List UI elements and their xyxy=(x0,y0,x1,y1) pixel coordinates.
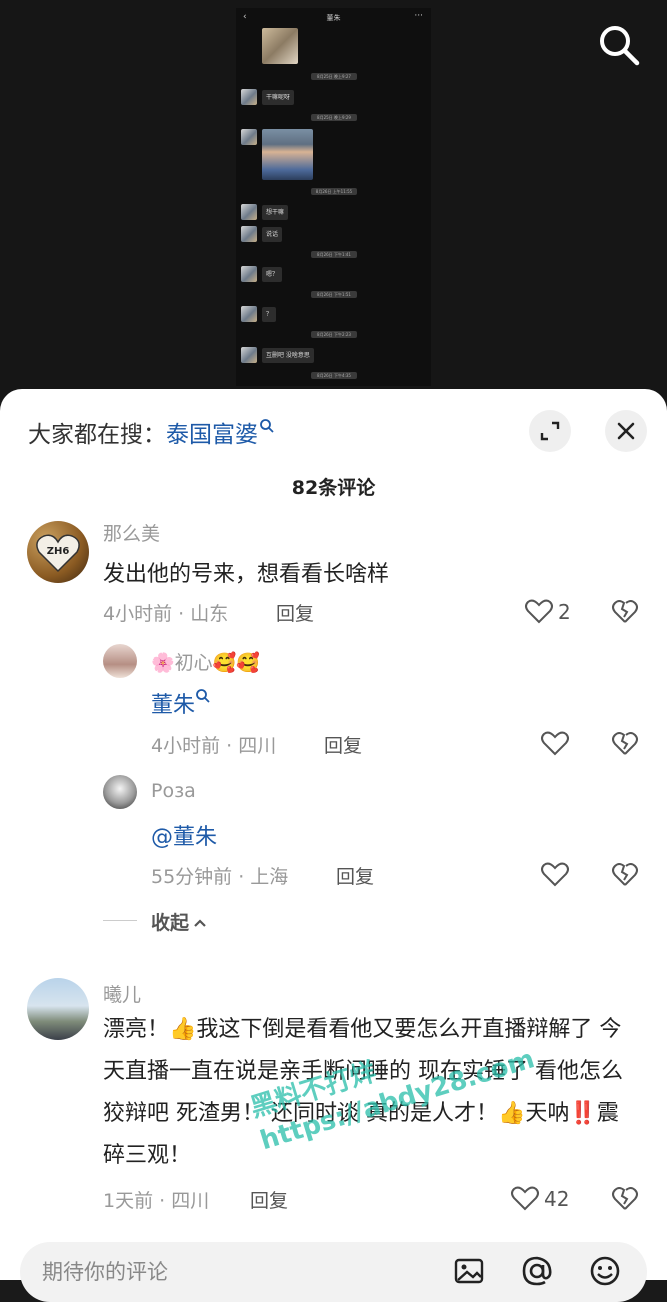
comment-input-placeholder: 期待你的评论 xyxy=(42,1260,168,1284)
like-count: 42 xyxy=(544,1187,570,1211)
comment-count: 82条评论 xyxy=(291,477,376,499)
reply-author[interactable]: 🌸初心🥰🥰 xyxy=(151,648,260,675)
mention-icon[interactable] xyxy=(520,1254,554,1288)
chat-screenshot-image[interactable]: ‹ 董朱 ··· 8月25日 晚上9:27 干嘛呢呀 8月25日 晚上9:29 … xyxy=(236,8,431,386)
expand-icon xyxy=(540,421,560,441)
chat-bubble: 说话 xyxy=(262,227,283,242)
reply-button[interactable]: 回复 xyxy=(324,731,362,758)
avatar[interactable] xyxy=(103,644,137,678)
avatar[interactable] xyxy=(27,978,89,1040)
like-count: 2 xyxy=(558,600,571,624)
chat-bubble: 干嘛呢呀 xyxy=(262,90,295,105)
thumbs-up-emoji: 👍 xyxy=(169,1017,197,1042)
more-icon: ··· xyxy=(414,11,423,21)
trending-keyword[interactable]: 泰国富婆 xyxy=(166,422,258,448)
reply-button[interactable]: 回复 xyxy=(276,599,314,626)
search-icon xyxy=(260,419,274,433)
chat-avatar xyxy=(241,226,257,242)
dislike-icon[interactable] xyxy=(611,1184,639,1212)
comments-sheet: 大家都在搜：泰国富婆 82条评论 ZH6 那么美 发出他的号来，想看看长啥样 4… xyxy=(0,389,667,1280)
reply-button[interactable]: 回复 xyxy=(250,1186,288,1213)
chat-timestamp: 8月25日 晚上9:29 xyxy=(311,114,357,121)
chevron-up-icon xyxy=(194,919,206,927)
close-button[interactable] xyxy=(605,410,647,452)
collapse-label: 收起 xyxy=(151,912,190,934)
chat-timestamp: 8月25日 晚上9:27 xyxy=(311,73,357,80)
chat-title: 董朱 xyxy=(326,14,341,22)
trending-search[interactable]: 大家都在搜：泰国富婆 xyxy=(28,415,275,449)
chat-bubble: 想干嘛 xyxy=(262,205,289,220)
chat-avatar xyxy=(241,306,257,322)
search-icon xyxy=(196,689,210,703)
image-icon[interactable] xyxy=(452,1254,486,1288)
comment-text: 发出他的号来，想看看长啥样 xyxy=(103,562,390,587)
like-icon[interactable] xyxy=(540,860,570,888)
avatar-logo-text: ZH6 xyxy=(47,546,70,557)
mention-link[interactable]: 董朱 xyxy=(151,693,195,718)
thumbs-up-emoji: 👍 xyxy=(497,1101,526,1126)
like-icon[interactable] xyxy=(540,729,570,757)
comment-author[interactable]: 那么美 xyxy=(103,519,160,546)
chat-timestamp: 8月26日 下午1:41 xyxy=(311,251,357,258)
chat-timestamp: 8月26日 下午2:23 xyxy=(311,331,357,338)
chat-timestamp: 8月26日 下午4:35 xyxy=(311,372,357,379)
mention-link[interactable]: @董朱 xyxy=(151,819,217,851)
expand-button[interactable] xyxy=(529,410,571,452)
comment-text-part: 漂亮！ xyxy=(103,1017,170,1042)
collapse-replies-button[interactable]: 收起 xyxy=(151,908,207,935)
avatar-heart-logo: ZH6 xyxy=(36,534,80,573)
chat-timestamp: 8月26日 上午11:55 xyxy=(311,188,357,195)
search-icon[interactable] xyxy=(596,22,642,68)
chat-bubble: 互删吧 没啥意思 xyxy=(262,348,314,363)
chat-timestamp: 8月26日 下午1:51 xyxy=(311,291,357,298)
comment-input[interactable]: 期待你的评论 xyxy=(20,1242,647,1302)
chat-avatar xyxy=(241,204,257,220)
comment-meta: 1天前 · 四川 xyxy=(103,1190,210,1212)
chat-avatar xyxy=(241,266,257,282)
comment-meta: 4小时前 · 山东 xyxy=(103,603,229,625)
comment-text-part: 天呐 xyxy=(525,1101,570,1126)
trending-label: 大家都在搜： xyxy=(28,422,166,448)
close-icon xyxy=(617,422,635,440)
dislike-icon[interactable] xyxy=(611,729,639,757)
chat-title-bar: ‹ 董朱 ··· xyxy=(236,8,431,28)
chat-bubble: 嗯？ xyxy=(262,267,283,282)
like-icon[interactable] xyxy=(524,597,554,625)
divider xyxy=(103,920,137,921)
chat-avatar xyxy=(241,129,257,145)
chat-avatar xyxy=(241,89,257,105)
media-viewer: ‹ 董朱 ··· 8月25日 晚上9:27 干嘛呢呀 8月25日 晚上9:29 … xyxy=(0,0,667,400)
avatar[interactable]: ZH6 xyxy=(27,521,89,583)
chat-avatar xyxy=(241,347,257,363)
comment-author[interactable]: 曦儿 xyxy=(103,980,141,1007)
reply-meta: 55分钟前 · 上海 xyxy=(151,866,289,888)
avatar[interactable] xyxy=(103,775,137,809)
reply-text: 董朱 xyxy=(151,687,211,719)
double-exclamation-emoji: ‼️ xyxy=(569,1101,597,1126)
reply-button[interactable]: 回复 xyxy=(336,862,374,889)
chat-photo-man xyxy=(262,129,313,180)
dislike-icon[interactable] xyxy=(611,860,639,888)
reply-author[interactable]: Роза xyxy=(151,780,196,802)
reply-meta: 4小时前 · 四川 xyxy=(151,735,277,757)
emoji-icon[interactable] xyxy=(588,1254,622,1288)
chat-bubble: ？ xyxy=(262,307,277,322)
dislike-icon[interactable] xyxy=(611,597,639,625)
like-icon[interactable] xyxy=(510,1184,540,1212)
chat-photo xyxy=(262,28,298,64)
